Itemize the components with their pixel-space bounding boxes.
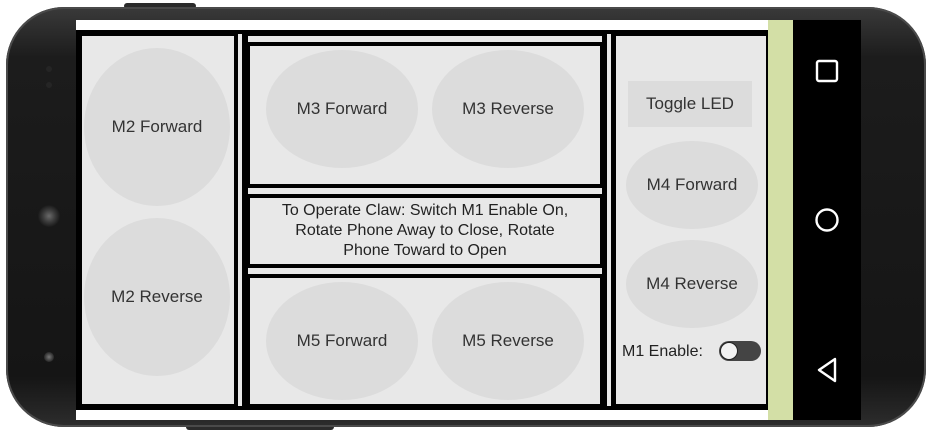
square-icon [815,59,839,83]
light-sensor [46,82,52,88]
middle-spacer-2 [248,268,602,274]
back-button[interactable] [813,356,841,384]
left-divider [238,34,242,406]
m3-forward-button[interactable]: M3 Forward [266,50,418,168]
speaker-grille [38,205,60,227]
home-button[interactable] [813,206,841,234]
instruction-line-1: To Operate Claw: Switch M1 Enable On, [281,202,569,219]
proximity-sensor [46,66,52,72]
instruction-line-3: Phone Toward to Open [343,242,507,259]
m5-reverse-button[interactable]: M5 Reverse [432,282,584,400]
middle-top-spacer [248,36,602,42]
m4-reverse-button[interactable]: M4 Reverse [626,240,758,328]
m3-panel: M3 Forward M3 Reverse [250,46,600,184]
left-panel: M2 Forward M2 Reverse [82,36,234,404]
m3-reverse-button[interactable]: M3 Reverse [432,50,584,168]
back-triangle-icon [817,357,837,383]
instruction-line-2: Rotate Phone Away to Close, Rotate [295,222,555,239]
phone-frame: M2 Forward M2 Reverse M3 Forward M3 Reve… [0,0,928,433]
middle-spacer-1 [248,188,602,194]
screen: M2 Forward M2 Reverse M3 Forward M3 Reve… [76,20,861,420]
circle-icon [815,208,839,232]
recents-button[interactable] [813,57,841,85]
claw-instructions: To Operate Claw: Switch M1 Enable On, Ro… [250,198,600,264]
accent-strip [768,20,793,420]
instructions-panel: To Operate Claw: Switch M1 Enable On, Ro… [250,198,600,264]
app-screen: M2 Forward M2 Reverse M3 Forward M3 Reve… [76,20,768,420]
toggle-led-button[interactable]: Toggle LED [628,81,752,127]
switch-knob [720,342,738,360]
m1-enable-label: M1 Enable: [622,343,703,360]
android-nav-bar [793,20,861,420]
right-divider [607,34,611,406]
front-camera [44,352,54,362]
m5-forward-button[interactable]: M5 Forward [266,282,418,400]
m5-panel: M5 Forward M5 Reverse [250,278,600,404]
m2-forward-button[interactable]: M2 Forward [84,48,230,206]
m1-enable-switch[interactable] [719,341,761,361]
m2-reverse-button[interactable]: M2 Reverse [84,218,230,376]
m4-forward-button[interactable]: M4 Forward [626,141,758,229]
